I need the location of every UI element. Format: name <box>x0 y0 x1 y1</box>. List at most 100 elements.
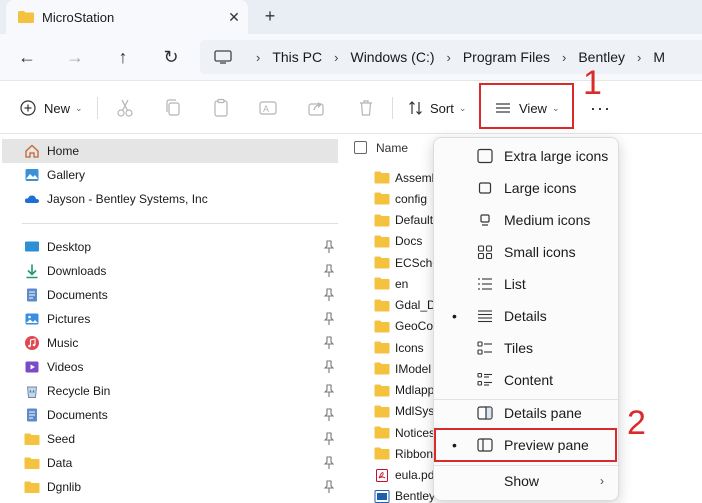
pin-icon[interactable] <box>324 336 334 350</box>
nav-item-recycle-bin[interactable]: Recycle Bin <box>2 379 338 403</box>
view-highlight-box <box>479 83 574 129</box>
menu-item-list[interactable]: List <box>434 268 620 300</box>
breadcrumb-this-pc[interactable]: This PC <box>272 49 322 65</box>
menu-item-extra-large-icons[interactable]: Extra large icons <box>434 140 620 172</box>
plus-circle-icon <box>20 100 36 116</box>
file-row[interactable]: Notices <box>374 422 435 443</box>
breadcrumb-windows-c[interactable]: Windows (C:) <box>350 49 434 65</box>
menu-item-label: List <box>504 276 526 292</box>
cut-icon[interactable] <box>115 98 135 118</box>
navigation-pane: Home Gallery Jayson - Bentley Systems, I… <box>0 135 342 503</box>
folder-icon <box>24 457 40 469</box>
file-row[interactable]: Ribbon <box>374 443 433 464</box>
nav-item-label: Documents <box>47 288 108 302</box>
close-icon[interactable]: ✕ <box>220 9 248 26</box>
menu-item-content[interactable]: Content <box>434 364 620 396</box>
nav-item-data[interactable]: Data <box>2 451 338 475</box>
pin-icon[interactable] <box>324 240 334 254</box>
pin-icon[interactable] <box>324 360 334 374</box>
tab-title: MicroStation <box>42 9 115 25</box>
file-row[interactable]: MdlSys <box>374 401 434 422</box>
file-row[interactable]: ECSche <box>374 252 439 273</box>
file-row[interactable]: IModel <box>374 358 431 379</box>
nav-item-onedrive[interactable]: Jayson - Bentley Systems, Inc <box>2 187 338 211</box>
breadcrumb-m[interactable]: M <box>653 49 665 65</box>
file-row[interactable]: en <box>374 273 408 294</box>
nav-item-gallery[interactable]: Gallery <box>2 163 338 187</box>
address-bar[interactable]: › This PC › Windows (C:) › Program Files… <box>200 40 702 74</box>
folder-icon <box>374 256 390 269</box>
this-pc-icon <box>214 50 232 64</box>
file-row[interactable]: Mdlapp <box>374 380 434 401</box>
file-name: eula.pd <box>395 468 435 482</box>
sort-button[interactable]: Sort ⌄ <box>408 95 466 121</box>
menu-item-label: Details pane <box>504 405 582 421</box>
pin-icon[interactable] <box>324 480 334 494</box>
paste-icon[interactable] <box>211 98 231 118</box>
nav-item-documents[interactable]: Documents <box>2 283 338 307</box>
menu-item-tiles[interactable]: Tiles <box>434 332 620 364</box>
file-row[interactable]: config <box>374 188 427 209</box>
breadcrumb-program-files[interactable]: Program Files <box>463 49 550 65</box>
pin-icon[interactable] <box>324 432 334 446</box>
file-row[interactable]: eula.pd <box>374 465 434 486</box>
menu-item-label: Details <box>504 308 547 324</box>
delete-icon[interactable] <box>356 98 376 118</box>
file-row[interactable]: Bentley <box>374 486 435 503</box>
preview-pane-highlight-box <box>434 428 617 462</box>
forward-button[interactable]: → <box>62 44 88 70</box>
menu-item-small-icons[interactable]: Small icons <box>434 236 620 268</box>
up-button[interactable]: ↑ <box>110 44 136 70</box>
file-name: config <box>395 191 428 206</box>
nav-item-seed[interactable]: Seed <box>2 427 338 451</box>
folder-icon <box>374 214 390 226</box>
rename-icon[interactable]: A <box>258 98 278 118</box>
nav-item-music[interactable]: Music <box>2 331 338 355</box>
select-all-checkbox[interactable] <box>354 141 367 154</box>
menu-item-details-pane[interactable]: Details pane <box>434 397 620 429</box>
pin-icon[interactable] <box>324 408 334 422</box>
pin-icon[interactable] <box>324 288 334 302</box>
file-row[interactable]: Assemb <box>374 167 438 188</box>
pin-icon[interactable] <box>324 384 334 398</box>
column-header-name[interactable]: Name <box>376 141 408 155</box>
nav-item-downloads[interactable]: Downloads <box>2 259 338 283</box>
nav-item-videos[interactable]: Videos <box>2 355 338 379</box>
menu-item-medium-icons[interactable]: Medium icons <box>434 204 620 236</box>
new-button[interactable]: New ⌄ <box>20 95 83 121</box>
nav-item-desktop[interactable]: Desktop <box>2 235 338 259</box>
folder-icon <box>374 384 390 396</box>
file-name: MdlSys <box>395 404 435 419</box>
pin-icon[interactable] <box>324 264 334 278</box>
file-row[interactable]: Docs <box>374 231 422 252</box>
menu-item-label: Large icons <box>504 180 577 196</box>
file-row[interactable]: Icons <box>374 337 424 358</box>
pin-icon[interactable] <box>324 456 334 470</box>
share-icon[interactable] <box>306 98 326 118</box>
file-row[interactable]: Default <box>374 210 433 231</box>
breadcrumb-bentley[interactable]: Bentley <box>578 49 625 65</box>
file-row[interactable]: Gdal_D <box>374 295 436 316</box>
menu-item-show[interactable]: Show › <box>434 465 620 497</box>
nav-item-pictures[interactable]: Pictures <box>2 307 338 331</box>
app-icon <box>374 489 390 503</box>
copy-icon[interactable] <box>163 98 183 118</box>
nav-item-home[interactable]: Home <box>2 139 338 163</box>
back-button[interactable]: ← <box>14 44 40 70</box>
desktop-icon <box>25 241 39 252</box>
folder-icon <box>24 481 40 493</box>
new-label: New <box>44 100 71 116</box>
pin-icon[interactable] <box>324 312 334 326</box>
divider <box>97 97 98 119</box>
nav-item-label: Data <box>47 456 73 470</box>
gallery-icon <box>25 169 39 181</box>
menu-item-details[interactable]: • Details <box>434 300 620 332</box>
nav-item-dgnlib[interactable]: Dgnlib <box>2 475 338 499</box>
tab-microstation[interactable]: MicroStation ✕ <box>6 0 248 34</box>
new-tab-button[interactable]: + <box>258 5 282 29</box>
refresh-button[interactable]: ↻ <box>158 44 184 70</box>
large-icons-icon <box>478 182 492 194</box>
file-row[interactable]: GeoCo <box>374 316 433 337</box>
menu-item-large-icons[interactable]: Large icons <box>434 172 620 204</box>
nav-item-documents-2[interactable]: Documents <box>2 403 338 427</box>
